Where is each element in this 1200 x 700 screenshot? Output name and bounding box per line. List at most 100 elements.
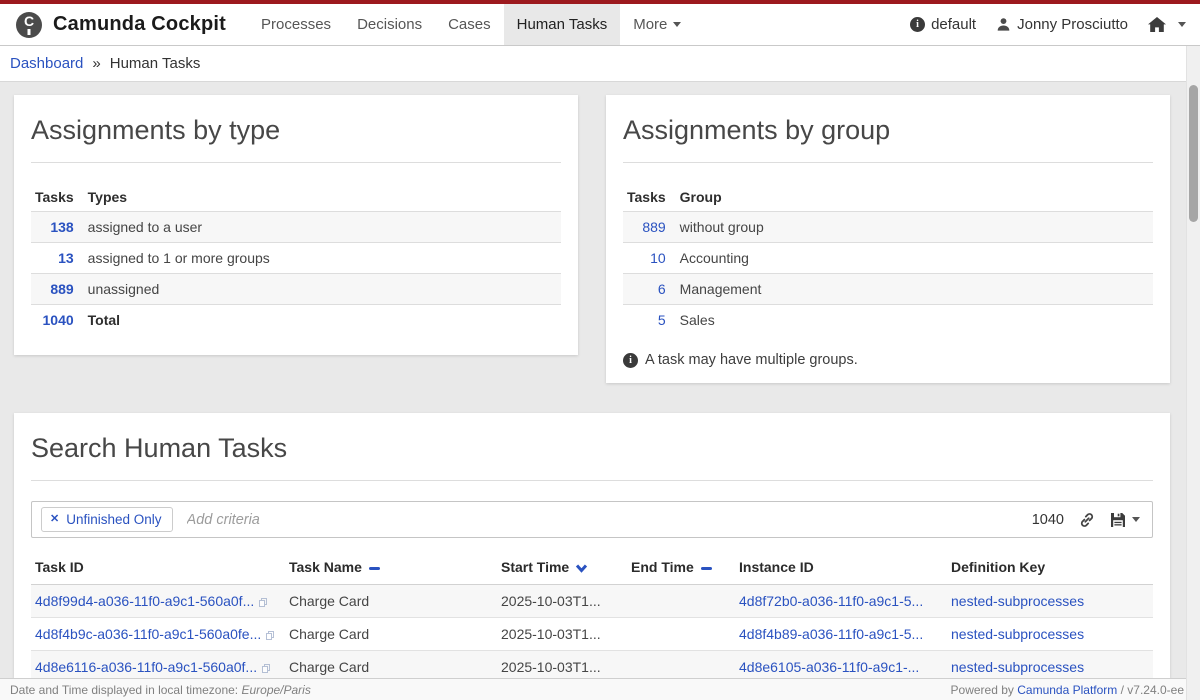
nav-more[interactable]: More <box>620 4 694 45</box>
table-row: 10 Accounting <box>623 243 1153 274</box>
copy-icon[interactable] <box>266 631 274 640</box>
nav-cases[interactable]: Cases <box>435 4 504 45</box>
engine-selector[interactable]: i default <box>910 16 976 33</box>
navbar-right: i default Jonny Prosciutto <box>910 4 1200 45</box>
camunda-logo-icon: C <box>16 12 42 38</box>
task-id-link[interactable]: 4d8f99d4-a036-11f0-a9c1-560a0f... <box>35 593 254 609</box>
engine-name: default <box>931 16 976 33</box>
count-link[interactable]: 5 <box>658 312 666 328</box>
total-count-link[interactable]: 1040 <box>43 312 74 328</box>
sort-minus-icon[interactable] <box>701 567 712 571</box>
timezone-value: Europe/Paris <box>241 683 310 697</box>
search-title: Search Human Tasks <box>31 427 1153 481</box>
column-header-start-time[interactable]: Start Time <box>497 550 627 585</box>
task-name-cell: Charge Card <box>285 651 497 679</box>
breadcrumb-current: Human Tasks <box>110 55 201 72</box>
user-menu[interactable]: Jonny Prosciutto <box>996 16 1128 33</box>
task-row: 4d8f99d4-a036-11f0-a9c1-560a0f... Charge… <box>31 585 1153 618</box>
type-label: unassigned <box>78 274 561 305</box>
task-id-link[interactable]: 4d8e6116-a036-11f0-a9c1-560a0f... <box>35 659 257 675</box>
footer: Date and Time displayed in local timezon… <box>0 678 1200 700</box>
column-header-end-time[interactable]: End Time <box>627 550 735 585</box>
sort-desc-icon[interactable] <box>575 563 588 573</box>
column-header-task-id[interactable]: Task ID <box>31 550 285 585</box>
main-nav: Processes Decisions Cases Human Tasks Mo… <box>248 4 694 45</box>
home-menu[interactable] <box>1148 17 1186 32</box>
multiple-groups-note: i A task may have multiple groups. <box>623 352 1153 368</box>
column-header-tasks: Tasks <box>31 183 78 212</box>
definition-key-link[interactable]: nested-subprocesses <box>951 593 1084 609</box>
assignments-by-type-table: Tasks Types 138 assigned to a user 13 as… <box>31 183 561 335</box>
copy-search-link-button[interactable] <box>1079 512 1095 528</box>
home-icon <box>1148 17 1166 32</box>
caret-down-icon <box>1132 517 1140 522</box>
column-header-group: Group <box>670 183 1153 212</box>
table-row: 889 without group <box>623 212 1153 243</box>
task-name-cell: Charge Card <box>285 585 497 618</box>
table-row: 889 unassigned <box>31 274 561 305</box>
table-row: 138 assigned to a user <box>31 212 561 243</box>
count-link[interactable]: 889 <box>642 219 665 235</box>
caret-down-icon <box>673 22 681 27</box>
assignments-by-group-table: Tasks Group 889 without group 10 Account… <box>623 183 1153 335</box>
end-time-cell <box>627 651 735 679</box>
task-id-link[interactable]: 4d8f4b9c-a036-11f0-a9c1-560a0fe... <box>35 626 261 642</box>
save-search-button[interactable] <box>1110 512 1140 528</box>
panel-title-by-type: Assignments by type <box>31 109 561 163</box>
count-link[interactable]: 889 <box>50 281 73 297</box>
copy-icon[interactable] <box>262 664 270 673</box>
caret-down-icon <box>1178 22 1186 27</box>
end-time-cell <box>627 585 735 618</box>
search-criteria-box[interactable]: ✕ Unfinished Only 1040 <box>31 501 1153 538</box>
instance-id-link[interactable]: 4d8f4b89-a036-11f0-a9c1-5... <box>739 626 923 642</box>
assignments-by-group-panel: Assignments by group Tasks Group 889 wit… <box>606 95 1170 383</box>
group-label: Sales <box>670 305 1153 336</box>
task-name-cell: Charge Card <box>285 618 497 651</box>
scrollbar-track[interactable] <box>1186 46 1200 700</box>
count-link[interactable]: 13 <box>58 250 74 266</box>
powered-by: Powered by Camunda Platform / v7.24.0-ee <box>951 683 1184 697</box>
group-label: Accounting <box>670 243 1153 274</box>
column-header-types: Types <box>78 183 561 212</box>
column-header-task-name[interactable]: Task Name <box>285 550 497 585</box>
user-icon <box>996 17 1011 32</box>
count-link[interactable]: 138 <box>50 219 73 235</box>
column-header-definition-key[interactable]: Definition Key <box>947 550 1153 585</box>
nav-human-tasks[interactable]: Human Tasks <box>504 4 621 45</box>
assignments-by-type-panel: Assignments by type Tasks Types 138 assi… <box>14 95 578 355</box>
instance-id-link[interactable]: 4d8e6105-a036-11f0-a9c1-... <box>739 659 919 675</box>
sort-minus-icon[interactable] <box>369 567 380 571</box>
camunda-platform-link[interactable]: Camunda Platform <box>1017 683 1117 697</box>
definition-key-link[interactable]: nested-subprocesses <box>951 626 1084 642</box>
timezone-note: Date and Time displayed in local timezon… <box>10 683 311 697</box>
count-link[interactable]: 10 <box>650 250 666 266</box>
human-tasks-table: Task ID Task Name Start Time End Time In… <box>31 550 1153 678</box>
copy-icon[interactable] <box>259 598 267 607</box>
table-row: 6 Management <box>623 274 1153 305</box>
column-header-tasks: Tasks <box>623 183 670 212</box>
brand-home-link[interactable]: C Camunda Cockpit <box>16 4 226 45</box>
nav-decisions[interactable]: Decisions <box>344 4 435 45</box>
filter-chip-unfinished-only[interactable]: ✕ Unfinished Only <box>41 507 173 532</box>
type-label: assigned to a user <box>78 212 561 243</box>
info-icon: i <box>910 17 925 32</box>
count-link[interactable]: 6 <box>658 281 666 297</box>
breadcrumb-dashboard-link[interactable]: Dashboard <box>10 55 83 72</box>
start-time-cell: 2025-10-03T1... <box>497 651 627 679</box>
remove-chip-icon[interactable]: ✕ <box>50 514 59 525</box>
instance-id-link[interactable]: 4d8f72b0-a036-11f0-a9c1-5... <box>739 593 923 609</box>
nav-processes[interactable]: Processes <box>248 4 344 45</box>
search-criteria-input[interactable] <box>173 512 1032 528</box>
navbar: C Camunda Cockpit Processes Decisions Ca… <box>0 4 1200 46</box>
user-name: Jonny Prosciutto <box>1017 16 1128 33</box>
start-time-cell: 2025-10-03T1... <box>497 618 627 651</box>
total-label: Total <box>78 305 561 336</box>
end-time-cell <box>627 618 735 651</box>
scrollbar-thumb[interactable] <box>1189 85 1198 222</box>
link-icon <box>1079 512 1095 528</box>
breadcrumb: Dashboard » Human Tasks <box>0 46 1200 82</box>
group-label: Management <box>670 274 1153 305</box>
column-header-instance-id[interactable]: Instance ID <box>735 550 947 585</box>
definition-key-link[interactable]: nested-subprocesses <box>951 659 1084 675</box>
app-title: Camunda Cockpit <box>53 13 226 36</box>
